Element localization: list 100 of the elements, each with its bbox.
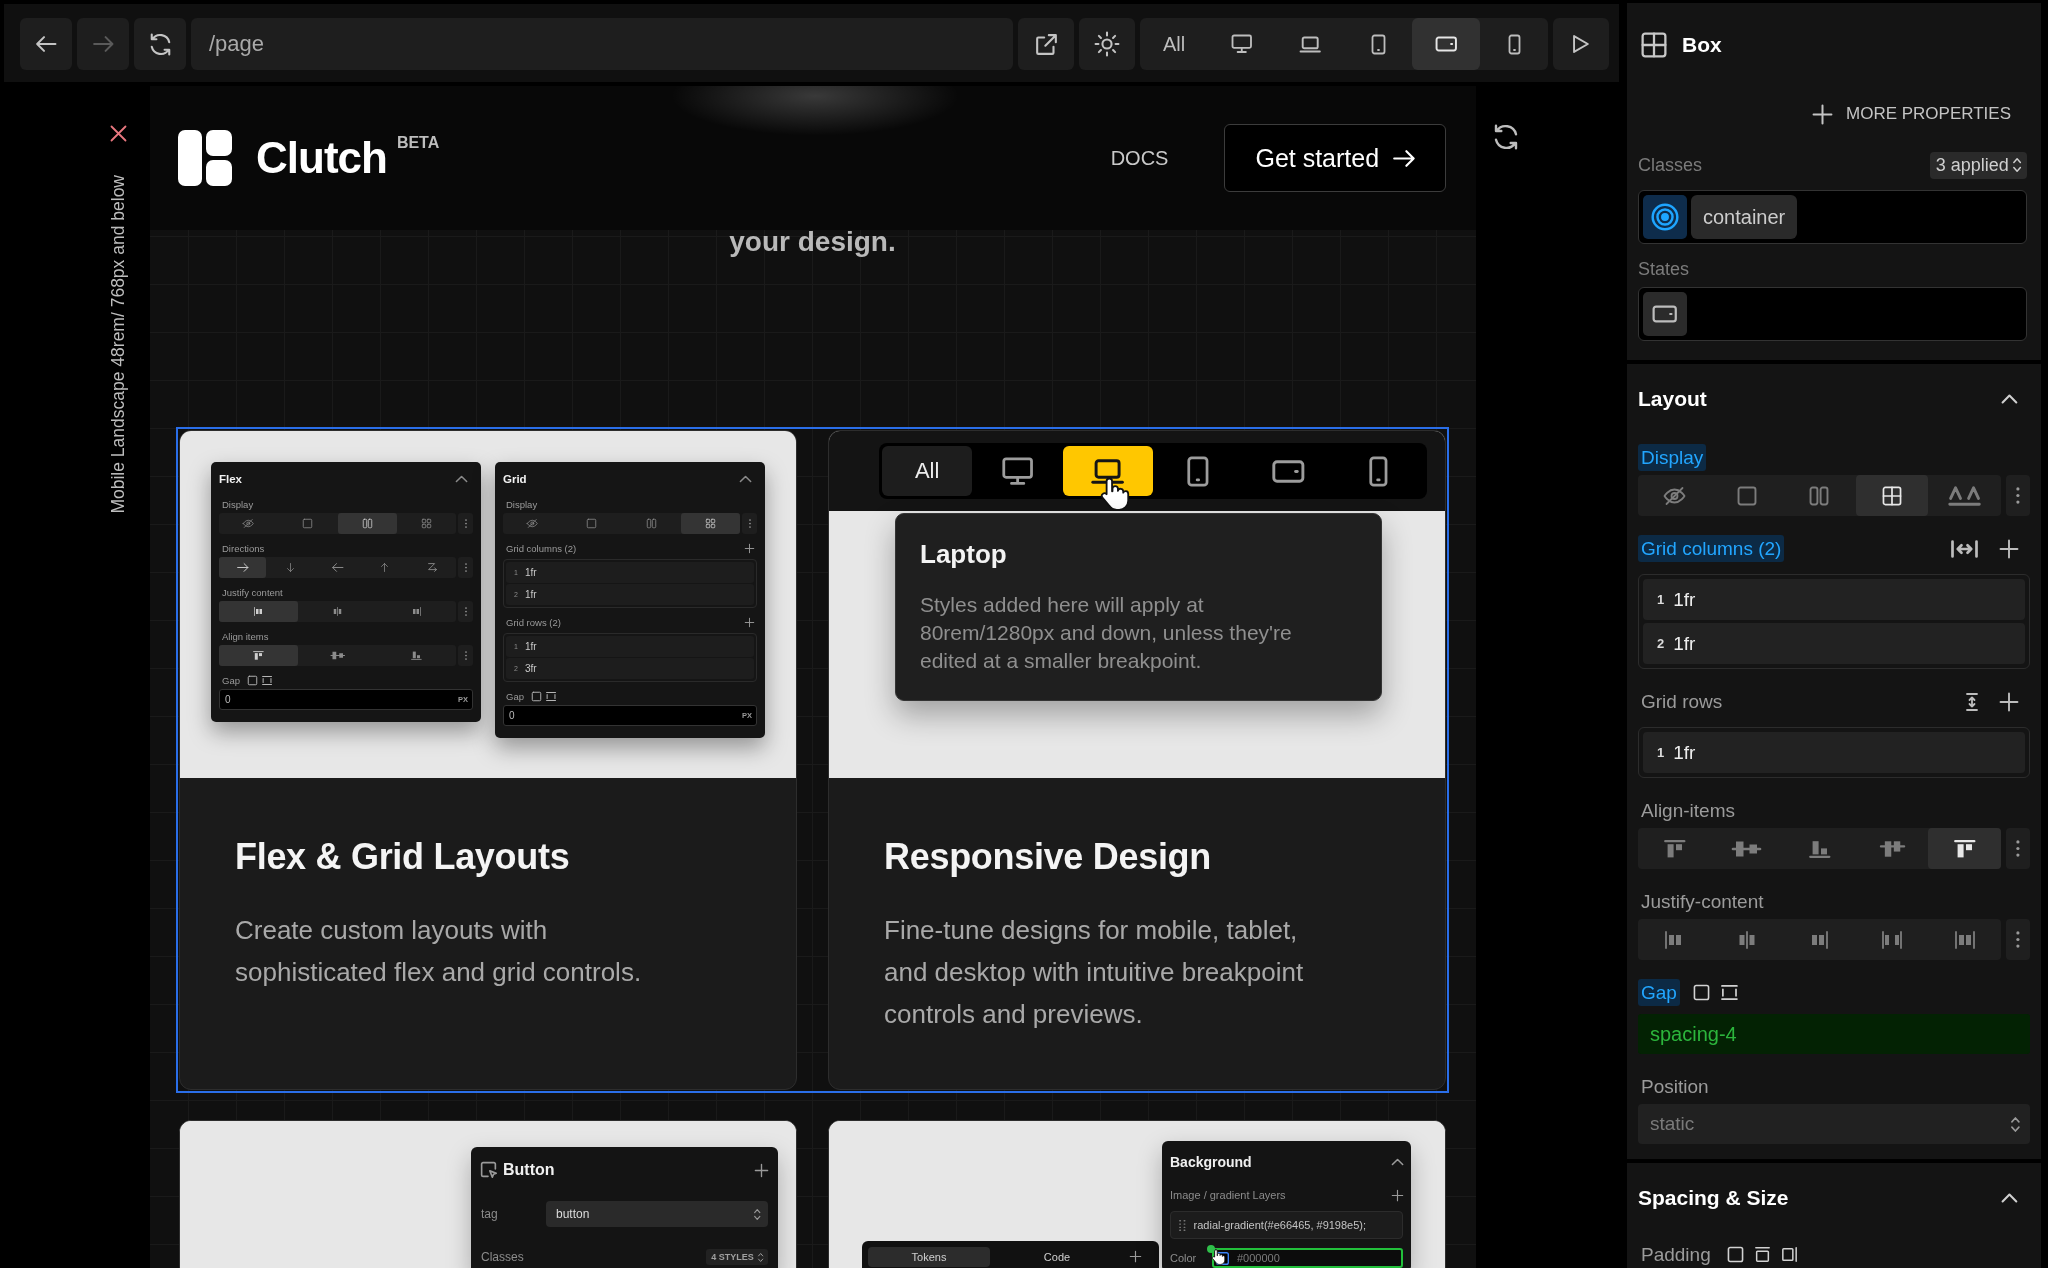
chevron-up-icon[interactable] (1391, 1159, 1403, 1165)
grip-icon (1179, 1219, 1186, 1231)
color-field[interactable]: #000000 (1212, 1248, 1403, 1268)
url-field[interactable]: /page (191, 18, 1013, 70)
hand-cursor-icon (1212, 1249, 1226, 1265)
device-tab[interactable]: All (1140, 18, 1208, 70)
phone-icon (1508, 34, 1520, 54)
property-label: Display (222, 498, 254, 510)
classes-count-button[interactable]: 3 applied (1929, 151, 2027, 179)
square-icon (1737, 486, 1756, 505)
close-icon[interactable] (110, 126, 126, 141)
panel-title: Button (503, 1161, 555, 1179)
external-link-icon (1035, 33, 1057, 55)
property-label: Justify content (222, 586, 283, 598)
more-button[interactable] (2006, 828, 2030, 869)
more-button[interactable] (2006, 475, 2030, 516)
justify-center-icon (1737, 930, 1756, 949)
more-button[interactable] (458, 557, 473, 578)
styles-count-button[interactable]: 4 STYLES (706, 1249, 768, 1265)
theme-toggle-button[interactable] (1079, 18, 1135, 70)
arrow-up-icon (381, 563, 389, 572)
more-icon (464, 563, 467, 572)
get-started-button[interactable]: Get started (1224, 124, 1446, 192)
option-button[interactable] (1928, 828, 2001, 869)
square-icon[interactable] (531, 691, 541, 701)
device-tab[interactable]: All (882, 446, 973, 496)
back-button[interactable] (20, 18, 72, 70)
chevron-up-icon[interactable] (2002, 395, 2017, 403)
square-icon[interactable] (1693, 985, 1709, 1000)
option-button[interactable] (219, 645, 298, 666)
tab[interactable]: Code (996, 1247, 1118, 1267)
track-field[interactable]: 2 1fr (1643, 623, 2025, 664)
track-value: 3fr (524, 663, 537, 674)
more-icon (2016, 840, 2020, 857)
updown-chevron-icon (757, 1252, 763, 1262)
padding-side-icon[interactable] (1781, 1246, 1797, 1262)
plus-icon[interactable] (745, 543, 754, 553)
square-icon (587, 519, 597, 528)
more-button[interactable] (742, 513, 757, 534)
class-chip[interactable]: container (1691, 195, 1798, 239)
property-label: Display (506, 498, 538, 510)
tablet-icon (1371, 34, 1385, 54)
tooltip-text: Styles added here will apply at 80rem/1280px and down, unless they're edited at a smaller breakpoint. (920, 592, 1293, 674)
token-field[interactable]: spacing-4 (1638, 1014, 2030, 1054)
more-button[interactable] (2006, 919, 2030, 960)
card-title: Responsive Design (884, 835, 1212, 879)
square-icon[interactable] (1727, 1246, 1743, 1262)
reload-icon[interactable] (1494, 125, 1518, 149)
monitor-icon (1002, 457, 1033, 485)
field-label: tag (481, 1207, 499, 1221)
more-button[interactable] (458, 601, 473, 622)
more-button[interactable] (458, 645, 473, 666)
grid-icon (705, 519, 715, 528)
sides-icon[interactable] (261, 675, 273, 685)
justify-between-icon (1882, 930, 1903, 949)
columns-icon (1810, 486, 1829, 505)
states-field[interactable] (1638, 287, 2027, 341)
align-stretch-icon (1880, 839, 1904, 858)
device-tab[interactable] (1412, 18, 1480, 70)
chevron-up-icon[interactable] (2002, 1194, 2017, 1202)
align-bottom-icon (1808, 839, 1831, 858)
plus-icon[interactable] (745, 617, 754, 627)
tab[interactable]: Tokens (868, 1247, 990, 1267)
track-value: 1fr (1673, 588, 1696, 611)
sides-icon[interactable] (1720, 985, 1738, 1000)
column-width-icon[interactable] (1951, 539, 1978, 558)
chevron-up-icon[interactable] (739, 476, 751, 482)
phone-icon (1370, 456, 1388, 486)
track-index: 1 (1657, 592, 1665, 607)
track-field[interactable]: 1 1fr (1643, 732, 2025, 773)
select-field[interactable]: static (1638, 1104, 2030, 1144)
option-button[interactable] (1855, 475, 1929, 516)
select-field[interactable]: button (546, 1201, 768, 1227)
property-label: Grid columns (2) (506, 542, 577, 554)
sides-icon[interactable] (545, 691, 557, 701)
chevron-up-icon[interactable] (455, 476, 467, 482)
section-title: Layout (1638, 387, 1707, 411)
plus-icon[interactable] (1130, 1251, 1141, 1262)
track-field[interactable]: 1 1fr (1643, 579, 2025, 620)
reload-button[interactable] (134, 18, 186, 70)
text-style-icon (1949, 486, 1981, 505)
classes-field[interactable]: container (1638, 190, 2027, 244)
plus-icon[interactable] (2000, 692, 2018, 711)
row-height-icon[interactable] (1966, 692, 1978, 711)
plus-icon[interactable] (755, 1163, 768, 1177)
more-properties-button[interactable]: MORE PROPERTIES (1813, 99, 2027, 129)
open-external-button[interactable] (1018, 18, 1074, 70)
track-value: 1fr (524, 589, 537, 600)
padding-top-icon[interactable] (1754, 1246, 1770, 1262)
reload-icon (149, 33, 171, 55)
preview-button[interactable] (1553, 18, 1609, 70)
square-icon[interactable] (247, 675, 257, 685)
arrow-right-icon (236, 563, 249, 572)
field-label: Classes (481, 1250, 524, 1264)
plus-icon[interactable] (1392, 1189, 1403, 1201)
plus-icon[interactable] (2000, 539, 2018, 558)
gradient-layer[interactable]: radial-gradient(#e66465, #9198e5); (1170, 1211, 1403, 1239)
nav-link[interactable]: DOCS (1110, 146, 1169, 170)
more-button[interactable] (458, 513, 473, 534)
monitor-icon (1232, 35, 1252, 53)
